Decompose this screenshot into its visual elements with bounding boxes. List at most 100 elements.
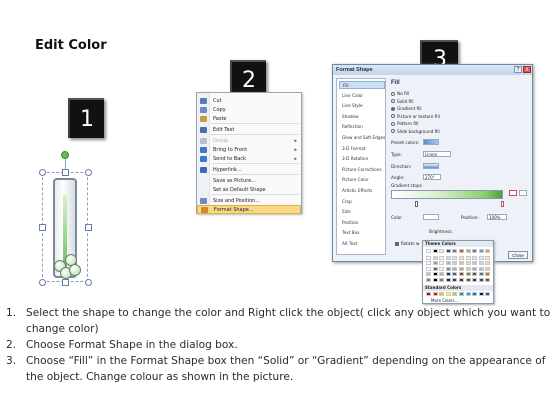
color-swatch[interactable] bbox=[459, 255, 464, 260]
color-swatch[interactable] bbox=[445, 249, 451, 253]
color-swatch[interactable] bbox=[452, 266, 458, 271]
color-swatch[interactable] bbox=[478, 255, 484, 260]
close-icon[interactable]: X bbox=[523, 66, 531, 73]
preset-colors-dropdown[interactable] bbox=[423, 139, 439, 145]
standard-color-swatch[interactable] bbox=[439, 292, 445, 296]
color-swatch[interactable] bbox=[465, 255, 471, 260]
standard-color-swatch[interactable] bbox=[459, 292, 464, 296]
color-swatch[interactable] bbox=[445, 278, 451, 282]
color-swatch[interactable] bbox=[472, 272, 478, 277]
nav-item-shadow[interactable]: Shadow bbox=[339, 113, 385, 121]
color-swatch[interactable] bbox=[426, 266, 431, 271]
resize-handle[interactable] bbox=[39, 279, 46, 286]
selected-shape[interactable] bbox=[36, 150, 94, 290]
color-swatch[interactable] bbox=[485, 255, 491, 260]
color-swatch[interactable] bbox=[485, 272, 491, 277]
color-swatch[interactable] bbox=[439, 272, 445, 277]
standard-color-swatch[interactable] bbox=[452, 292, 458, 296]
resize-handle[interactable] bbox=[62, 169, 69, 176]
color-swatch[interactable] bbox=[478, 261, 484, 266]
remove-stop-button[interactable] bbox=[519, 190, 527, 196]
color-swatch[interactable] bbox=[439, 249, 445, 253]
color-swatch[interactable] bbox=[478, 272, 484, 277]
menu-item-size-and-position[interactable]: Size and Position... bbox=[197, 196, 301, 205]
color-swatch[interactable] bbox=[452, 278, 458, 282]
color-swatch[interactable] bbox=[439, 261, 445, 266]
color-swatch[interactable] bbox=[472, 249, 478, 253]
standard-color-swatch[interactable] bbox=[426, 292, 431, 296]
resize-handle[interactable] bbox=[39, 224, 46, 231]
type-dropdown[interactable]: Linear bbox=[423, 151, 451, 157]
menu-item-send-to-back[interactable]: Send to Back ▸ bbox=[197, 154, 301, 163]
menu-item-edit-text[interactable]: Edit Text bbox=[197, 125, 301, 134]
close-button[interactable]: Close bbox=[508, 251, 528, 259]
checkbox[interactable] bbox=[395, 241, 399, 246]
resize-handle[interactable] bbox=[85, 169, 92, 176]
radio-button[interactable] bbox=[391, 106, 395, 111]
nav-item-position[interactable]: Position bbox=[339, 219, 385, 227]
color-swatch[interactable] bbox=[445, 255, 451, 260]
color-swatch[interactable] bbox=[478, 266, 484, 271]
color-swatch[interactable] bbox=[432, 255, 438, 260]
fill-option-picture-or-texture-fill[interactable]: Picture or texture fill bbox=[391, 113, 440, 120]
color-swatch[interactable] bbox=[432, 249, 438, 253]
gradient-stop[interactable] bbox=[501, 201, 504, 207]
color-swatch[interactable] bbox=[439, 266, 445, 271]
color-swatch[interactable] bbox=[432, 261, 438, 266]
color-swatch[interactable] bbox=[485, 266, 491, 271]
help-button[interactable]: ? bbox=[514, 66, 522, 73]
color-swatch[interactable] bbox=[426, 278, 431, 282]
color-swatch[interactable] bbox=[465, 272, 471, 277]
color-swatch[interactable] bbox=[432, 278, 438, 282]
more-colors-link[interactable]: More Colors... bbox=[431, 298, 459, 303]
color-swatch[interactable] bbox=[426, 272, 431, 277]
resize-handle[interactable] bbox=[85, 224, 92, 231]
color-dropdown[interactable] bbox=[423, 214, 439, 220]
color-swatch[interactable] bbox=[478, 249, 484, 253]
color-swatch[interactable] bbox=[439, 278, 445, 282]
color-swatch[interactable] bbox=[465, 278, 471, 282]
rotation-handle[interactable] bbox=[61, 151, 69, 159]
radio-button[interactable] bbox=[391, 129, 395, 133]
menu-item-format-shape[interactable]: Format Shape... bbox=[197, 205, 301, 214]
menu-item-set-as-default-shape[interactable]: Set as Default Shape bbox=[197, 185, 301, 194]
nav-item-picture-color[interactable]: Picture Color bbox=[339, 176, 385, 184]
menu-item-hyperlink[interactable]: Hyperlink... bbox=[197, 165, 301, 174]
color-swatch[interactable] bbox=[459, 266, 464, 271]
radio-button[interactable] bbox=[391, 114, 395, 118]
menu-item-group[interactable]: Group ▸ bbox=[197, 136, 301, 145]
rotate-checkbox[interactable]: Rotate w bbox=[395, 240, 419, 247]
nav-item-glow-and-soft-edges[interactable]: Glow and Soft Edges bbox=[339, 134, 385, 142]
add-stop-button[interactable] bbox=[509, 190, 517, 196]
color-swatch[interactable] bbox=[426, 249, 431, 253]
gradient-stop[interactable] bbox=[415, 201, 418, 207]
color-swatch[interactable] bbox=[459, 278, 464, 282]
menu-item-paste[interactable]: Paste bbox=[197, 114, 301, 123]
nav-item-picture-corrections[interactable]: Picture Corrections bbox=[339, 166, 385, 174]
color-swatch[interactable] bbox=[452, 249, 458, 253]
nav-item-text-box[interactable]: Text Box bbox=[339, 229, 385, 237]
radio-button[interactable] bbox=[391, 99, 395, 103]
color-swatch[interactable] bbox=[472, 266, 478, 271]
color-swatch[interactable] bbox=[472, 255, 478, 260]
nav-item-size[interactable]: Size bbox=[339, 208, 385, 216]
color-swatch[interactable] bbox=[432, 272, 438, 277]
color-swatch[interactable] bbox=[472, 278, 478, 282]
resize-handle[interactable] bbox=[85, 279, 92, 286]
color-swatch[interactable] bbox=[432, 266, 438, 271]
color-swatch[interactable] bbox=[445, 261, 451, 266]
color-swatch[interactable] bbox=[452, 255, 458, 260]
color-swatch[interactable] bbox=[439, 255, 445, 260]
nav-item-fill[interactable]: Fill bbox=[339, 81, 385, 89]
standard-color-swatch[interactable] bbox=[445, 292, 451, 296]
color-swatch[interactable] bbox=[459, 249, 464, 253]
position-field[interactable]: 100% bbox=[487, 214, 507, 220]
color-swatch[interactable] bbox=[459, 272, 464, 277]
direction-dropdown[interactable] bbox=[423, 163, 439, 169]
fill-option-solid-fill[interactable]: Solid fill bbox=[391, 98, 414, 105]
resize-handle[interactable] bbox=[39, 169, 46, 176]
angle-field[interactable]: 270° bbox=[423, 174, 441, 180]
color-swatch[interactable] bbox=[426, 261, 431, 266]
menu-item-save-as-picture[interactable]: Save as Picture... bbox=[197, 176, 301, 185]
nav-item-artistic-effects[interactable]: Artistic Effects bbox=[339, 187, 385, 195]
